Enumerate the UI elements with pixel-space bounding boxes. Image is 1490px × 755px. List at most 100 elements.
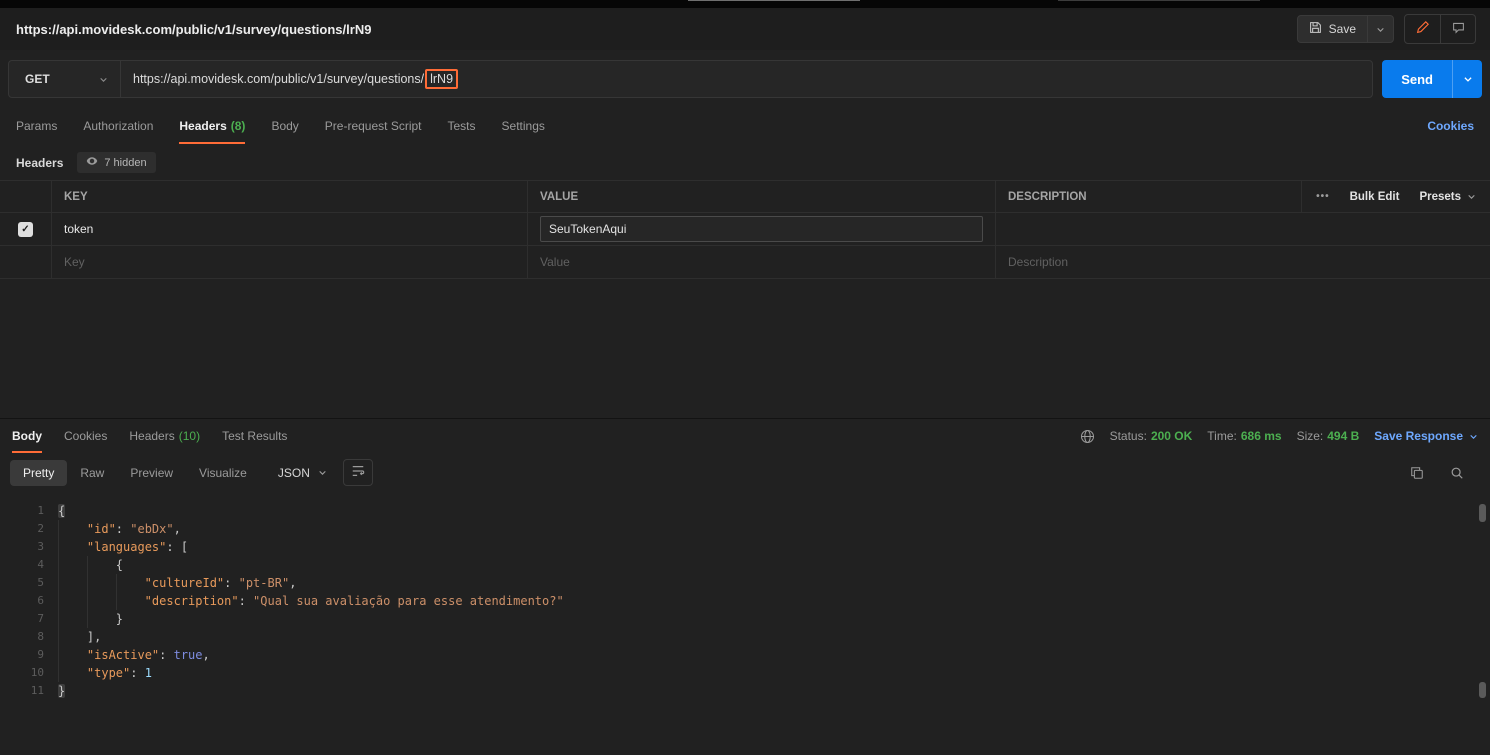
column-key: KEY bbox=[52, 181, 528, 212]
response-pane: Body Cookies Headers (10) Test Results S… bbox=[0, 418, 1490, 755]
response-status-cluster: Status: 200 OK Time: 686 ms Size: 494 B … bbox=[1080, 429, 1478, 444]
scrollbar-thumb[interactable] bbox=[1479, 682, 1486, 698]
line-number: 7 bbox=[37, 612, 44, 625]
tab-settings[interactable]: Settings bbox=[502, 108, 545, 144]
response-tabs-row: Body Cookies Headers (10) Test Results S… bbox=[0, 419, 1490, 453]
code-token: "type" bbox=[86, 666, 131, 680]
code-token: , bbox=[173, 522, 181, 536]
tab-prerequest-script[interactable]: Pre-request Script bbox=[325, 108, 422, 144]
size-label: Size: bbox=[1296, 429, 1324, 443]
response-tab-headers-count: (10) bbox=[178, 429, 201, 443]
request-tabs: Params Authorization Headers (8) Body Pr… bbox=[0, 108, 1490, 144]
method-select[interactable]: GET bbox=[9, 61, 121, 97]
code-line: 10 "type": 1 bbox=[0, 664, 1490, 682]
more-options-icon[interactable]: ••• bbox=[1316, 191, 1330, 202]
code-token: : bbox=[166, 540, 181, 554]
key-cell[interactable]: token bbox=[52, 213, 528, 245]
code-content: "type": 1 bbox=[58, 664, 152, 682]
code-content: } bbox=[58, 682, 66, 700]
send-button[interactable]: Send bbox=[1382, 60, 1452, 98]
network-globe-icon[interactable] bbox=[1080, 429, 1095, 444]
code-content: ], bbox=[58, 628, 101, 646]
response-tab-cookies[interactable]: Cookies bbox=[64, 419, 107, 453]
title-icon-group bbox=[1404, 14, 1476, 44]
save-response-dropdown[interactable]: Save Response bbox=[1374, 429, 1478, 443]
format-select[interactable]: JSON bbox=[278, 466, 327, 480]
code-lines: 1{2 "id": "ebDx", 3 "languages": [4{5 "cultu… bbox=[0, 502, 1490, 700]
save-response-label: Save Response bbox=[1374, 429, 1463, 443]
value-cell-placeholder[interactable]: Value bbox=[528, 246, 996, 278]
response-tab-test-results[interactable]: Test Results bbox=[222, 419, 287, 453]
code-token: "id" bbox=[86, 522, 116, 536]
format-label: JSON bbox=[277, 465, 310, 480]
code-content: "languages": [ bbox=[58, 538, 188, 556]
chevron-down-icon bbox=[1467, 192, 1476, 201]
cookies-link[interactable]: Cookies bbox=[1427, 119, 1474, 133]
line-number: 5 bbox=[37, 576, 44, 589]
line-number: 10 bbox=[30, 666, 44, 679]
comments-button[interactable] bbox=[1440, 15, 1475, 43]
code-token: true bbox=[173, 648, 203, 662]
bulk-edit-button[interactable]: Bulk Edit bbox=[1350, 191, 1400, 203]
send-split-button: Send bbox=[1382, 60, 1482, 98]
url-bar: GET https://api.movidesk.com/public/v1/s… bbox=[8, 60, 1374, 98]
code-line: 9 "isActive": true, bbox=[0, 646, 1490, 664]
url-text: https://api.movidesk.com/public/v1/surve… bbox=[133, 72, 425, 86]
scrollbar-thumb[interactable] bbox=[1479, 504, 1486, 522]
line-number: 6 bbox=[37, 594, 44, 607]
row-checkbox[interactable]: ✓ bbox=[18, 221, 33, 237]
save-split-button: Save bbox=[1296, 15, 1394, 43]
tab-tests[interactable]: Tests bbox=[448, 108, 476, 144]
description-cell-placeholder[interactable]: Description bbox=[996, 246, 1490, 278]
view-tab-raw[interactable]: Raw bbox=[67, 460, 117, 486]
code-line: 7} bbox=[0, 610, 1490, 628]
tab-body[interactable]: Body bbox=[271, 108, 298, 144]
code-token: , bbox=[202, 648, 210, 662]
line-number: 8 bbox=[37, 630, 44, 643]
key-cell-placeholder[interactable]: Key bbox=[52, 246, 528, 278]
indent-guide bbox=[58, 646, 87, 664]
code-token: "description" bbox=[144, 594, 239, 608]
response-tab-headers[interactable]: Headers (10) bbox=[129, 419, 200, 453]
send-dropdown-button[interactable] bbox=[1452, 60, 1482, 98]
code-content: "description": "Qual sua avaliação para … bbox=[58, 592, 564, 610]
code-line: 11} bbox=[0, 682, 1490, 700]
edit-button[interactable] bbox=[1405, 15, 1440, 43]
view-tab-preview[interactable]: Preview bbox=[117, 460, 186, 486]
tab-headers[interactable]: Headers (8) bbox=[179, 108, 246, 144]
response-tab-body[interactable]: Body bbox=[12, 419, 42, 453]
tab-authorization[interactable]: Authorization bbox=[83, 108, 153, 144]
description-cell[interactable] bbox=[996, 213, 1490, 245]
presets-label: Presets bbox=[1419, 190, 1461, 203]
presets-dropdown[interactable]: Presets bbox=[1419, 191, 1476, 203]
request-title-bar: https://api.movidesk.com/public/v1/surve… bbox=[0, 8, 1490, 50]
save-button[interactable]: Save bbox=[1298, 16, 1367, 42]
wrap-text-button[interactable] bbox=[342, 459, 373, 486]
status-value: 200 OK bbox=[1150, 429, 1193, 443]
search-icon[interactable] bbox=[1450, 466, 1464, 480]
copy-icon[interactable] bbox=[1410, 466, 1424, 480]
code-token: : bbox=[130, 666, 145, 680]
chevron-down-icon bbox=[1463, 74, 1473, 84]
hidden-headers-toggle[interactable]: 7 hidden bbox=[77, 152, 156, 173]
tab-params[interactable]: Params bbox=[16, 108, 57, 144]
indent-guide bbox=[58, 556, 87, 574]
indent-guide bbox=[58, 664, 87, 682]
code-token: : bbox=[115, 522, 131, 536]
indent-guide bbox=[58, 592, 87, 610]
indent-guide bbox=[86, 556, 116, 574]
value-input[interactable]: SeuTokenAqui bbox=[540, 216, 983, 242]
indent-guide bbox=[58, 520, 87, 538]
response-body-viewer[interactable]: 1{2 "id": "ebDx", 3 "languages": [4{5 "cultu… bbox=[0, 494, 1490, 755]
indent-guide bbox=[115, 574, 145, 592]
time-value: 686 ms bbox=[1240, 429, 1282, 443]
column-value: VALUE bbox=[528, 181, 996, 212]
code-token: "languages" bbox=[86, 540, 167, 554]
view-tab-pretty[interactable]: Pretty bbox=[10, 459, 68, 486]
save-dropdown-button[interactable] bbox=[1367, 16, 1393, 42]
url-input[interactable]: https://api.movidesk.com/public/v1/surve… bbox=[121, 61, 1372, 97]
code-line: 4{ bbox=[0, 556, 1490, 574]
line-number: 3 bbox=[37, 540, 44, 553]
view-tab-visualize[interactable]: Visualize bbox=[186, 460, 260, 486]
header-row-placeholder: Key Value Description bbox=[0, 246, 1490, 279]
